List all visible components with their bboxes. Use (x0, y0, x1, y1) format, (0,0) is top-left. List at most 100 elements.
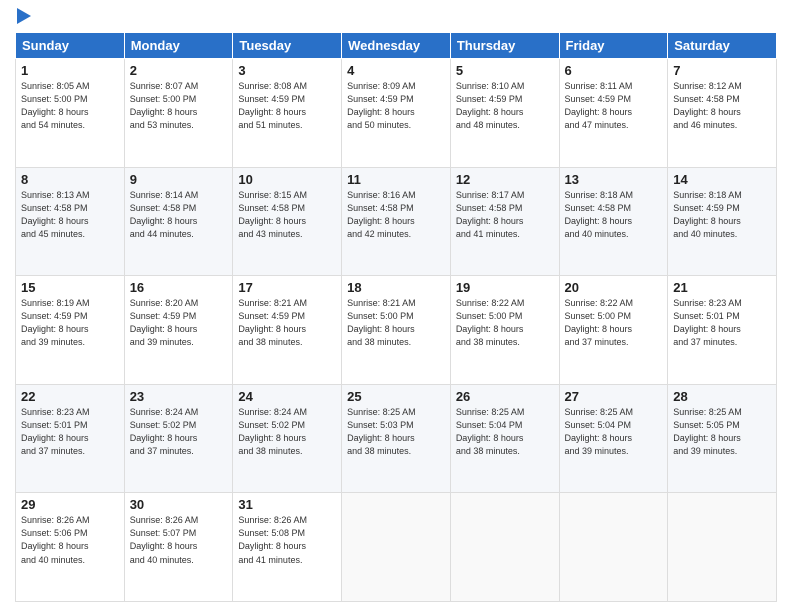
day-info: Sunrise: 8:10 AM Sunset: 4:59 PM Dayligh… (456, 80, 554, 132)
day-number: 28 (673, 389, 771, 404)
day-number: 1 (21, 63, 119, 78)
calendar-cell: 12 Sunrise: 8:17 AM Sunset: 4:58 PM Dayli… (450, 167, 559, 276)
week-row-4: 22 Sunrise: 8:23 AM Sunset: 5:01 PM Dayli… (16, 384, 777, 493)
day-number: 9 (130, 172, 228, 187)
header (15, 10, 777, 24)
day-number: 3 (238, 63, 336, 78)
calendar-cell: 13 Sunrise: 8:18 AM Sunset: 4:58 PM Dayli… (559, 167, 668, 276)
page: SundayMondayTuesdayWednesdayThursdayFrid… (0, 0, 792, 612)
day-info: Sunrise: 8:18 AM Sunset: 4:59 PM Dayligh… (673, 189, 771, 241)
day-number: 22 (21, 389, 119, 404)
calendar-cell: 31Sunrise: 8:26 AM Sunset: 5:08 PM Dayli… (233, 493, 342, 602)
day-number: 12 (456, 172, 554, 187)
calendar-cell (668, 493, 777, 602)
day-header-saturday: Saturday (668, 33, 777, 59)
calendar-cell: 28 Sunrise: 8:25 AM Sunset: 5:05 PM Dayli… (668, 384, 777, 493)
calendar-cell: 19 Sunrise: 8:22 AM Sunset: 5:00 PM Dayli… (450, 276, 559, 385)
day-number: 21 (673, 280, 771, 295)
calendar-cell (450, 493, 559, 602)
calendar-cell: 27 Sunrise: 8:25 AM Sunset: 5:04 PM Dayli… (559, 384, 668, 493)
calendar-cell: 3Sunrise: 8:08 AM Sunset: 4:59 PM Daylig… (233, 59, 342, 168)
calendar-cell: 6 Sunrise: 8:11 AM Sunset: 4:59 PM Daylig… (559, 59, 668, 168)
calendar-cell: 23 Sunrise: 8:24 AM Sunset: 5:02 PM Dayli… (124, 384, 233, 493)
logo-arrow-icon (17, 8, 31, 24)
day-number: 16 (130, 280, 228, 295)
day-number: 20 (565, 280, 663, 295)
calendar-cell: 24Sunrise: 8:24 AM Sunset: 5:02 PM Dayli… (233, 384, 342, 493)
day-number: 7 (673, 63, 771, 78)
week-row-2: 8Sunrise: 8:13 AM Sunset: 4:58 PM Daylig… (16, 167, 777, 276)
day-info: Sunrise: 8:25 AM Sunset: 5:04 PM Dayligh… (565, 406, 663, 458)
day-number: 15 (21, 280, 119, 295)
day-info: Sunrise: 8:21 AM Sunset: 5:00 PM Dayligh… (347, 297, 445, 349)
day-info: Sunrise: 8:14 AM Sunset: 4:58 PM Dayligh… (130, 189, 228, 241)
day-number: 18 (347, 280, 445, 295)
calendar-cell: 22 Sunrise: 8:23 AM Sunset: 5:01 PM Dayli… (16, 384, 125, 493)
day-info: Sunrise: 8:23 AM Sunset: 5:01 PM Dayligh… (673, 297, 771, 349)
calendar-cell: 4Sunrise: 8:09 AM Sunset: 4:59 PM Daylig… (342, 59, 451, 168)
day-info: Sunrise: 8:15 AM Sunset: 4:58 PM Dayligh… (238, 189, 336, 241)
calendar-cell: 20 Sunrise: 8:22 AM Sunset: 5:00 PM Dayli… (559, 276, 668, 385)
calendar-cell: 26 Sunrise: 8:25 AM Sunset: 5:04 PM Dayli… (450, 384, 559, 493)
day-info: Sunrise: 8:21 AM Sunset: 4:59 PM Dayligh… (238, 297, 336, 349)
day-number: 26 (456, 389, 554, 404)
day-number: 11 (347, 172, 445, 187)
calendar-cell: 30 Sunrise: 8:26 AM Sunset: 5:07 PM Dayli… (124, 493, 233, 602)
calendar-cell: 10 Sunrise: 8:15 AM Sunset: 4:58 PM Dayli… (233, 167, 342, 276)
day-info: Sunrise: 8:12 AM Sunset: 4:58 PM Dayligh… (673, 80, 771, 132)
week-row-3: 15 Sunrise: 8:19 AM Sunset: 4:59 PM Dayli… (16, 276, 777, 385)
calendar-cell: 16 Sunrise: 8:20 AM Sunset: 4:59 PM Dayli… (124, 276, 233, 385)
calendar-cell: 15 Sunrise: 8:19 AM Sunset: 4:59 PM Dayli… (16, 276, 125, 385)
day-info: Sunrise: 8:17 AM Sunset: 4:58 PM Dayligh… (456, 189, 554, 241)
day-header-friday: Friday (559, 33, 668, 59)
day-number: 25 (347, 389, 445, 404)
day-header-monday: Monday (124, 33, 233, 59)
day-number: 31 (238, 497, 336, 512)
day-info: Sunrise: 8:25 AM Sunset: 5:04 PM Dayligh… (456, 406, 554, 458)
day-info: Sunrise: 8:18 AM Sunset: 4:58 PM Dayligh… (565, 189, 663, 241)
logo (15, 10, 31, 24)
day-info: Sunrise: 8:09 AM Sunset: 4:59 PM Dayligh… (347, 80, 445, 132)
day-info: Sunrise: 8:26 AM Sunset: 5:07 PM Dayligh… (130, 514, 228, 566)
day-number: 29 (21, 497, 119, 512)
day-number: 23 (130, 389, 228, 404)
day-number: 13 (565, 172, 663, 187)
calendar-cell: 11 Sunrise: 8:16 AM Sunset: 4:58 PM Dayli… (342, 167, 451, 276)
calendar-cell: 14 Sunrise: 8:18 AM Sunset: 4:59 PM Dayli… (668, 167, 777, 276)
day-number: 6 (565, 63, 663, 78)
calendar-table: SundayMondayTuesdayWednesdayThursdayFrid… (15, 32, 777, 602)
day-info: Sunrise: 8:22 AM Sunset: 5:00 PM Dayligh… (565, 297, 663, 349)
day-number: 19 (456, 280, 554, 295)
calendar-cell: 9 Sunrise: 8:14 AM Sunset: 4:58 PM Daylig… (124, 167, 233, 276)
day-number: 2 (130, 63, 228, 78)
calendar-cell (559, 493, 668, 602)
day-number: 10 (238, 172, 336, 187)
day-number: 30 (130, 497, 228, 512)
day-number: 8 (21, 172, 119, 187)
day-info: Sunrise: 8:24 AM Sunset: 5:02 PM Dayligh… (130, 406, 228, 458)
day-info: Sunrise: 8:23 AM Sunset: 5:01 PM Dayligh… (21, 406, 119, 458)
calendar-cell: 1 Sunrise: 8:05 AM Sunset: 5:00 PM Daylig… (16, 59, 125, 168)
day-number: 5 (456, 63, 554, 78)
day-info: Sunrise: 8:05 AM Sunset: 5:00 PM Dayligh… (21, 80, 119, 132)
day-number: 14 (673, 172, 771, 187)
day-info: Sunrise: 8:19 AM Sunset: 4:59 PM Dayligh… (21, 297, 119, 349)
calendar-cell: 18 Sunrise: 8:21 AM Sunset: 5:00 PM Dayli… (342, 276, 451, 385)
day-info: Sunrise: 8:20 AM Sunset: 4:59 PM Dayligh… (130, 297, 228, 349)
day-info: Sunrise: 8:22 AM Sunset: 5:00 PM Dayligh… (456, 297, 554, 349)
day-info: Sunrise: 8:25 AM Sunset: 5:05 PM Dayligh… (673, 406, 771, 458)
calendar-cell (342, 493, 451, 602)
week-row-1: 1 Sunrise: 8:05 AM Sunset: 5:00 PM Daylig… (16, 59, 777, 168)
calendar-cell: 25 Sunrise: 8:25 AM Sunset: 5:03 PM Dayli… (342, 384, 451, 493)
calendar-cell: 21 Sunrise: 8:23 AM Sunset: 5:01 PM Dayli… (668, 276, 777, 385)
day-info: Sunrise: 8:16 AM Sunset: 4:58 PM Dayligh… (347, 189, 445, 241)
calendar-header-row: SundayMondayTuesdayWednesdayThursdayFrid… (16, 33, 777, 59)
day-number: 17 (238, 280, 336, 295)
day-info: Sunrise: 8:11 AM Sunset: 4:59 PM Dayligh… (565, 80, 663, 132)
day-info: Sunrise: 8:25 AM Sunset: 5:03 PM Dayligh… (347, 406, 445, 458)
day-number: 24 (238, 389, 336, 404)
day-number: 27 (565, 389, 663, 404)
week-row-5: 29Sunrise: 8:26 AM Sunset: 5:06 PM Dayli… (16, 493, 777, 602)
calendar-cell: 8Sunrise: 8:13 AM Sunset: 4:58 PM Daylig… (16, 167, 125, 276)
day-header-sunday: Sunday (16, 33, 125, 59)
